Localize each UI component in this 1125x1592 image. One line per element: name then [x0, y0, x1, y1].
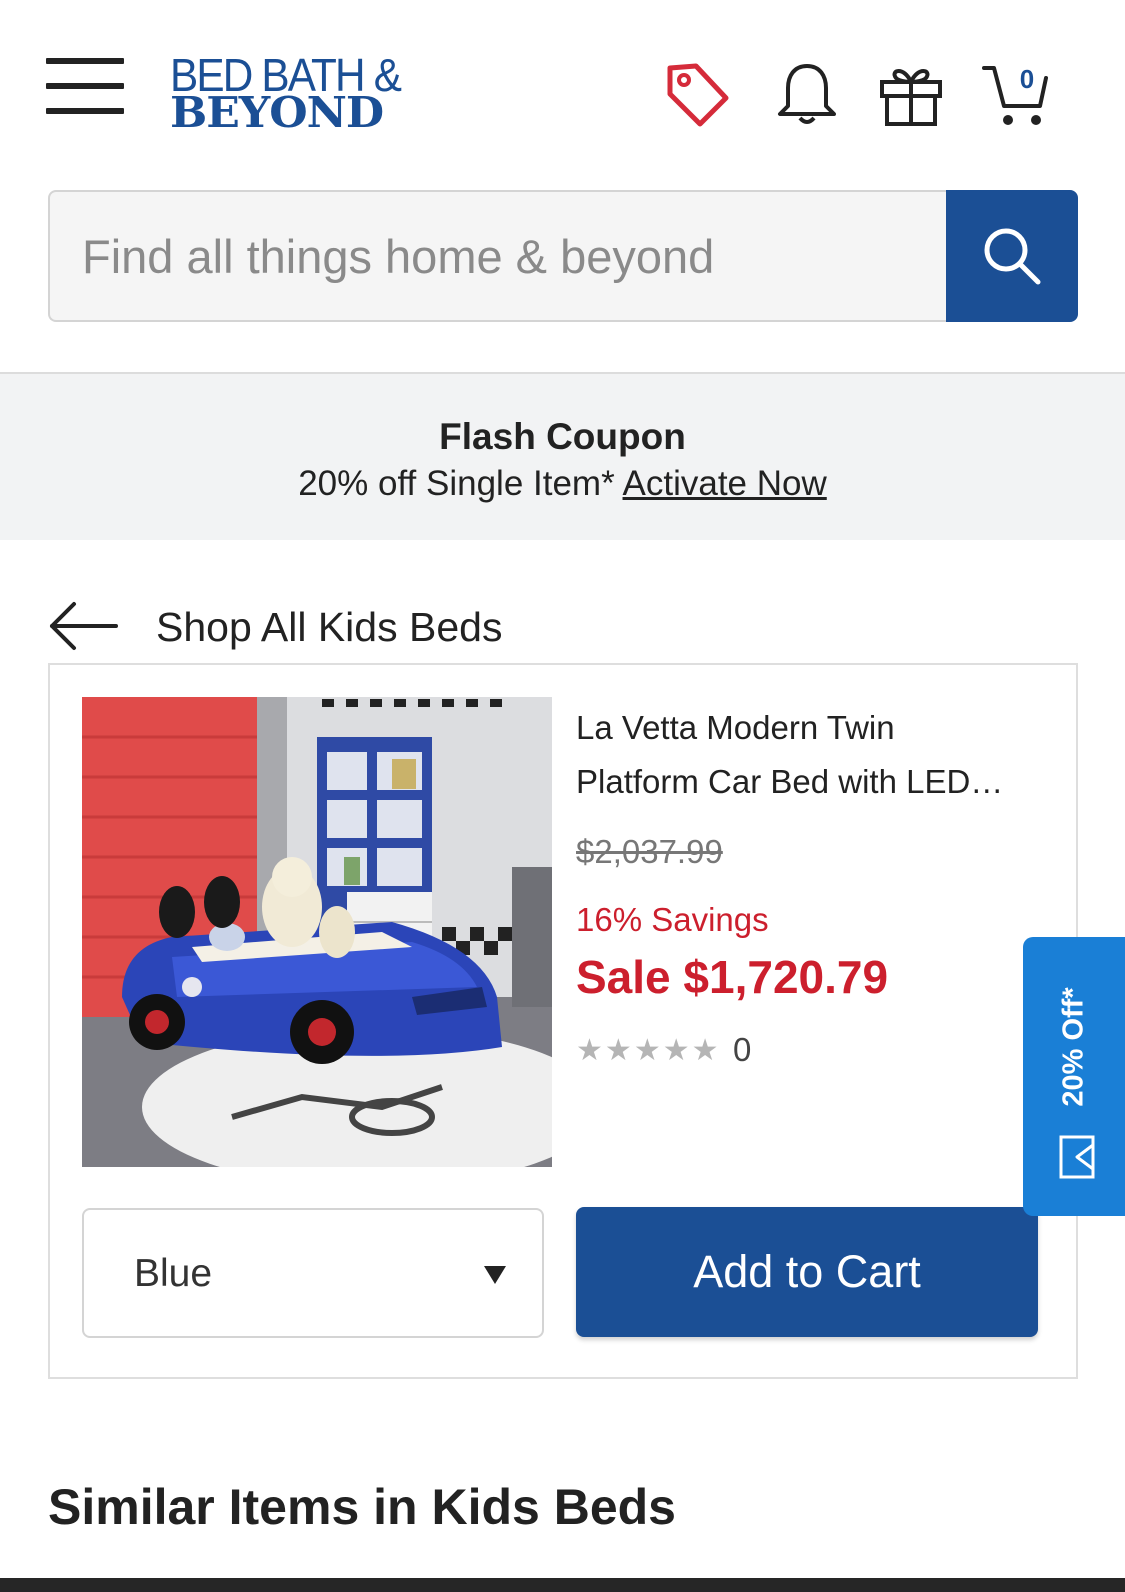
- product-name[interactable]: La Vetta Modern Twin Platform Car Bed wi…: [576, 701, 1066, 809]
- product-name-line1: La Vetta Modern Twin: [576, 709, 895, 746]
- similar-items-heading: Similar Items in Kids Beds: [48, 1479, 676, 1535]
- product-card: La Vetta Modern Twin Platform Car Bed wi…: [48, 663, 1078, 1379]
- brand-logo[interactable]: BED BATH & BEYOND: [170, 52, 450, 134]
- back-arrow-icon: [50, 602, 118, 650]
- original-price: $2,037.99: [576, 833, 723, 870]
- search-icon: [984, 228, 1041, 285]
- add-to-cart-button[interactable]: Add to Cart: [576, 1207, 1038, 1337]
- selected-color: Blue: [134, 1252, 213, 1295]
- promo-side-tab[interactable]: 20% Off*: [1023, 937, 1125, 1216]
- star-icon: ★: [691, 1033, 719, 1067]
- activate-now-link[interactable]: Activate Now: [623, 464, 827, 503]
- star-icon: ★: [662, 1033, 690, 1067]
- star-icon: ★: [633, 1033, 661, 1067]
- site-header: BED BATH & BEYOND 0: [0, 0, 1125, 175]
- star-icon: ★: [604, 1033, 632, 1067]
- sale-price: Sale $1,720.79: [576, 951, 889, 1003]
- caret-down-icon: [484, 1266, 506, 1284]
- rating[interactable]: ★★★★★ 0: [576, 1031, 751, 1071]
- product-image[interactable]: [82, 697, 552, 1167]
- flash-coupon-banner: Flash Coupon 20% off Single Item* Activa…: [0, 372, 1125, 540]
- brand-line2: BEYOND: [170, 88, 384, 137]
- color-select[interactable]: Blue: [82, 1208, 544, 1338]
- search-input[interactable]: [48, 190, 946, 322]
- bottom-edge-bar: [0, 1578, 1125, 1592]
- tag-icon[interactable]: [662, 58, 732, 130]
- menu-icon[interactable]: [46, 58, 124, 116]
- promo-side-tab-label: 20% Off*: [1057, 987, 1090, 1107]
- star-icon: ★: [576, 1033, 603, 1067]
- flash-coupon-offer: 20% off Single Item*: [298, 464, 615, 503]
- back-to-category-link[interactable]: Shop All Kids Beds: [48, 596, 648, 656]
- back-link-label: Shop All Kids Beds: [156, 604, 503, 650]
- flash-coupon-subtitle: 20% off Single Item* Activate Now: [0, 464, 1125, 504]
- cart-count-badge: 0: [1019, 64, 1035, 94]
- coupon-icon: [1059, 1135, 1095, 1179]
- savings-label: 16% Savings: [576, 901, 769, 938]
- flash-coupon-title: Flash Coupon: [439, 416, 686, 457]
- search-bar: [48, 190, 1078, 322]
- gift-icon[interactable]: [876, 58, 946, 130]
- bell-icon[interactable]: [772, 58, 842, 130]
- review-count: 0: [732, 1031, 752, 1068]
- search-button[interactable]: [946, 190, 1078, 322]
- product-name-line2: Platform Car Bed with LED…: [576, 763, 1004, 800]
